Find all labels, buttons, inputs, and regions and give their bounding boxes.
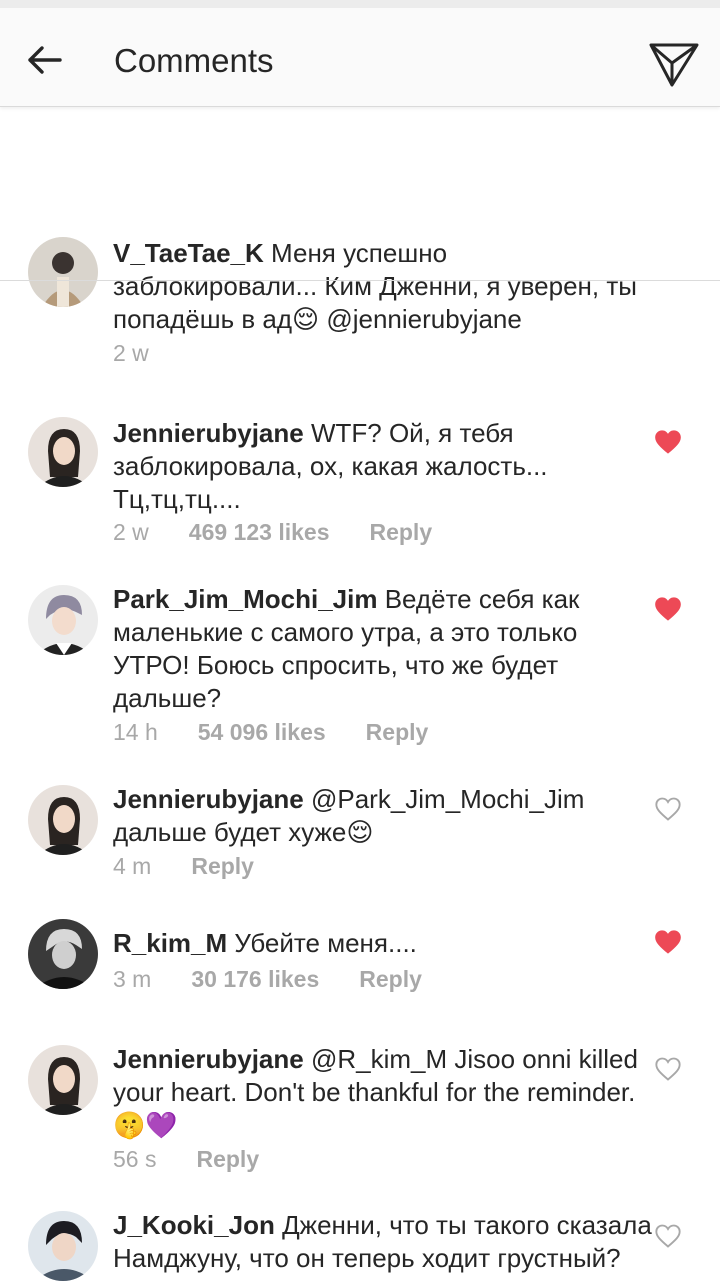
heart-filled-icon	[655, 930, 681, 954]
comment-text: Убейте меня....	[234, 928, 417, 958]
like-button[interactable]	[654, 929, 682, 955]
share-button[interactable]	[646, 36, 702, 92]
reply-button[interactable]: Reply	[359, 966, 422, 993]
comment-username[interactable]: V_TaeTae_K	[113, 238, 264, 268]
avatar[interactable]	[28, 785, 98, 855]
comment-time: 2 w	[113, 519, 149, 545]
comment-username[interactable]: Jennierubyjane	[113, 1044, 304, 1074]
heart-outline-icon	[655, 1224, 681, 1248]
like-button[interactable]	[654, 596, 682, 622]
divider	[0, 280, 720, 281]
like-button[interactable]	[654, 1223, 682, 1249]
likes-count[interactable]: 469 123 likes	[189, 519, 330, 546]
avatar[interactable]	[28, 237, 98, 307]
reply-button[interactable]: Reply	[196, 1146, 259, 1173]
comment-time: 56 s	[113, 1146, 157, 1172]
arrow-left-icon	[28, 46, 62, 74]
like-button[interactable]	[654, 429, 682, 455]
reply-button[interactable]: Reply	[369, 519, 432, 546]
comment-username[interactable]: Jennierubyjane	[113, 784, 304, 814]
heart-outline-icon	[655, 1057, 681, 1081]
like-button[interactable]	[654, 796, 682, 822]
heart-filled-icon	[655, 430, 681, 454]
reply-button[interactable]: Reply	[191, 853, 254, 880]
like-button[interactable]	[654, 1056, 682, 1082]
back-button[interactable]	[22, 38, 66, 82]
comment-username[interactable]: Park_Jim_Mochi_Jim	[113, 584, 377, 614]
avatar[interactable]	[28, 417, 98, 487]
comment-time: 14 h	[113, 719, 158, 745]
comment-time: 4 m	[113, 853, 152, 879]
avatar[interactable]	[28, 585, 98, 655]
status-bar	[0, 0, 720, 8]
comment-username[interactable]: Jennierubyjane	[113, 418, 304, 448]
avatar[interactable]	[28, 919, 98, 989]
comment-username[interactable]: R_kim_M	[113, 928, 227, 958]
likes-count[interactable]: 30 176 likes	[191, 966, 319, 993]
avatar[interactable]	[28, 1211, 98, 1281]
heart-filled-icon	[655, 597, 681, 621]
reply-button[interactable]: Reply	[366, 719, 429, 746]
top-bar: Comments	[0, 8, 720, 107]
likes-count[interactable]: 54 096 likes	[198, 719, 326, 746]
heart-outline-icon	[655, 797, 681, 821]
comment-username[interactable]: J_Kooki_Jon	[113, 1210, 275, 1240]
paper-plane-icon	[649, 43, 699, 87]
page-title: Comments	[114, 42, 274, 79]
comment-time: 3 m	[113, 966, 152, 992]
avatar[interactable]	[28, 1045, 98, 1115]
comment-time: 2 w	[113, 340, 149, 366]
